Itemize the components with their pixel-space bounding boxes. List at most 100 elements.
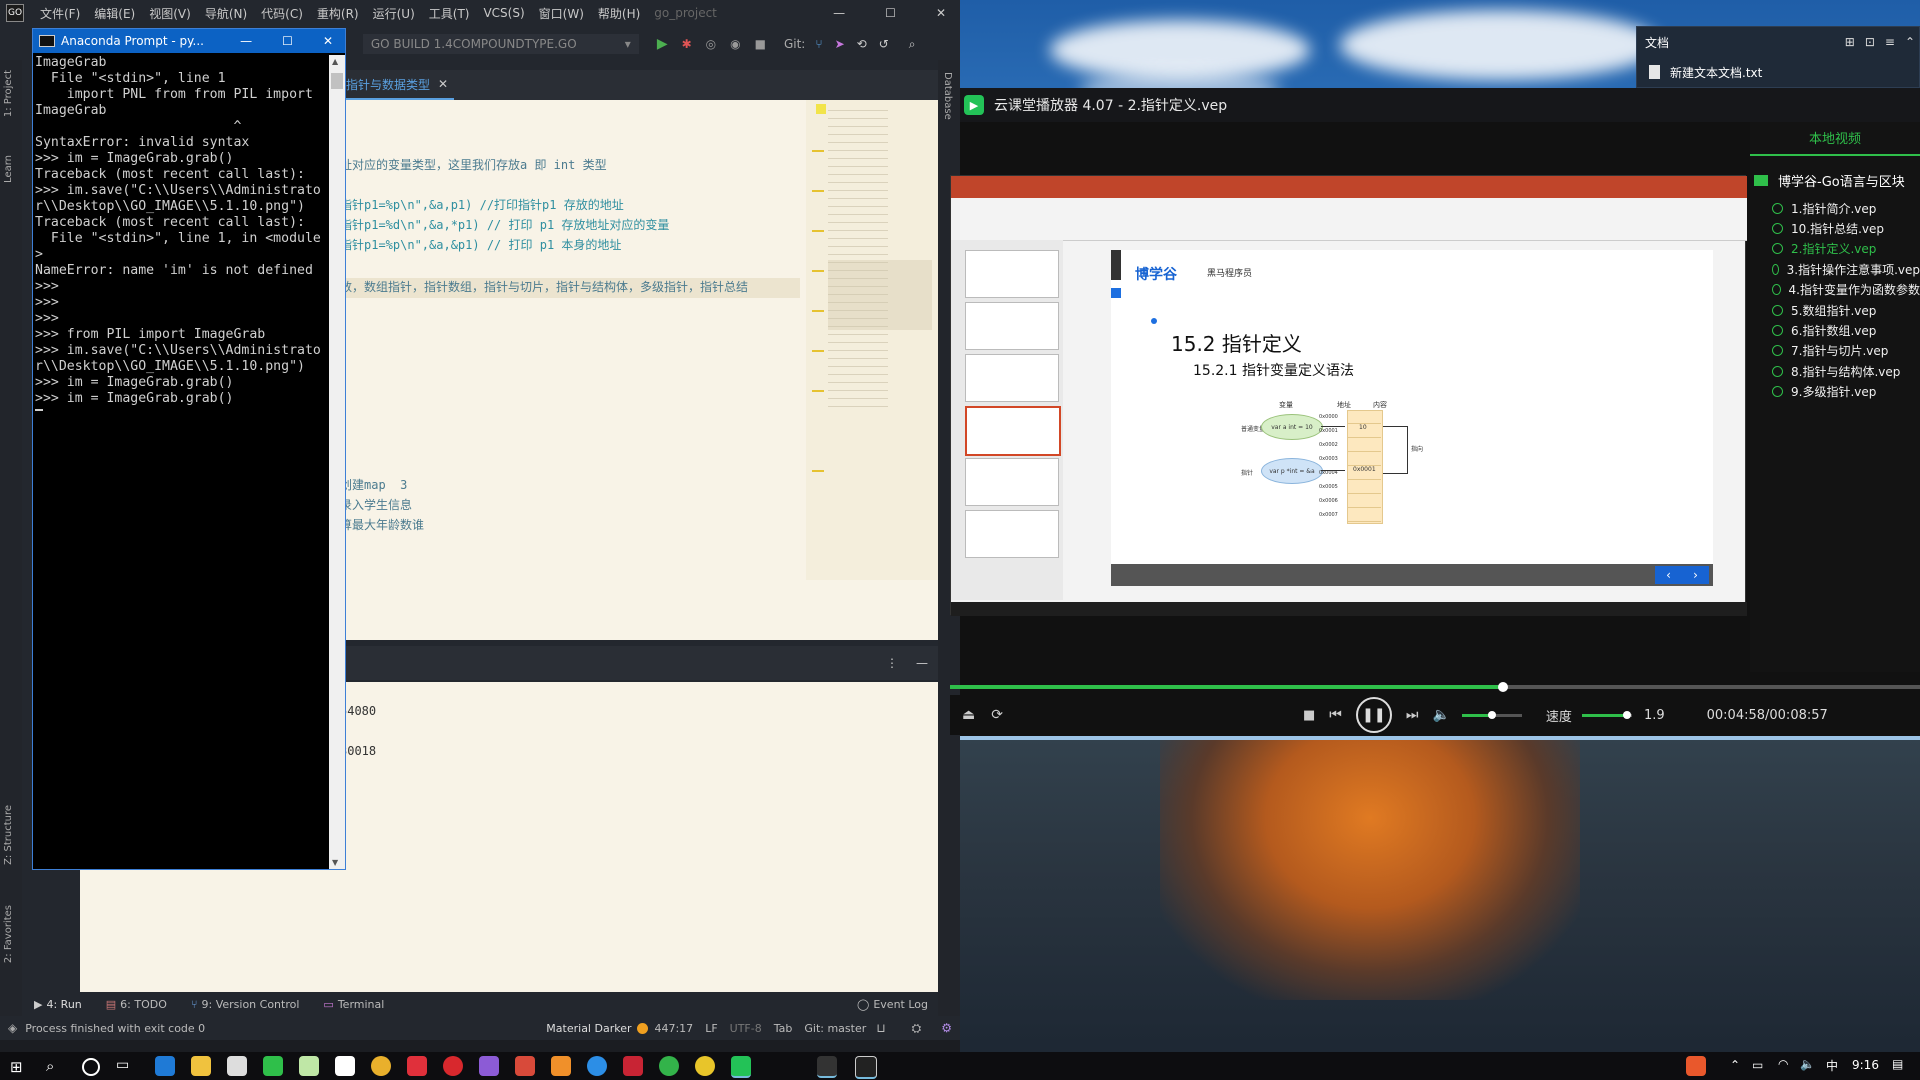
app-blue-icon[interactable] — [587, 1056, 607, 1076]
coverage-icon[interactable]: ◎ — [706, 37, 716, 51]
minimize-button[interactable]: — — [833, 6, 845, 20]
event-log-button[interactable]: ◯ Event Log — [857, 998, 928, 1011]
tab-terminal[interactable]: ▭ Terminal — [323, 998, 384, 1011]
next-icon[interactable]: ⏭ — [1406, 707, 1419, 723]
input-method-icon[interactable] — [1686, 1056, 1706, 1076]
explorer-file-item[interactable]: 新建文本文档.txt — [1649, 63, 1909, 81]
visual-studio-icon[interactable] — [479, 1056, 499, 1076]
cursor-position[interactable]: 447:17 — [654, 1022, 693, 1035]
speed-slider[interactable] — [1581, 710, 1632, 719]
yunketang-player-icon[interactable] — [731, 1056, 751, 1078]
wechat-icon[interactable] — [263, 1056, 283, 1076]
pause-button[interactable]: ❚❚ — [1355, 697, 1392, 733]
app-tool-icon[interactable] — [515, 1056, 535, 1076]
menu-tools[interactable]: 工具(T) — [429, 5, 470, 22]
app-yellow-icon[interactable] — [695, 1056, 715, 1076]
slide-nav-buttons[interactable]: ‹ › — [1655, 566, 1709, 584]
loop-icon[interactable]: ⟳ — [991, 707, 1003, 723]
menu-code[interactable]: 代码(C) — [261, 5, 303, 22]
project-tool-tab[interactable]: 1: Project — [3, 70, 14, 117]
playlist-item[interactable]: 1.指针简介.vep — [1772, 198, 1920, 218]
file-explorer-icon[interactable] — [191, 1056, 211, 1076]
tab-run[interactable]: ▶ 4: Run — [34, 998, 82, 1011]
start-button[interactable]: ⊞ — [10, 1058, 23, 1076]
app-green-icon[interactable] — [659, 1056, 679, 1076]
app-red-icon[interactable] — [407, 1056, 427, 1076]
indent-setting[interactable]: Tab — [774, 1022, 793, 1035]
tab-todo[interactable]: ▤ 6: TODO — [106, 998, 167, 1011]
theme-indicator[interactable]: Material Darker — [546, 1022, 631, 1035]
speaker-icon[interactable]: 🔈 — [1800, 1057, 1815, 1071]
volume-icon[interactable]: 🔈 — [1432, 707, 1449, 723]
playlist-item[interactable]: 6.指针数组.vep — [1772, 320, 1920, 340]
menu-file[interactable]: 文件(F) — [40, 5, 80, 22]
tab-close-icon[interactable]: ✕ — [438, 77, 448, 91]
git-branch[interactable]: Git: master — [804, 1022, 866, 1035]
conda-console-output[interactable]: ImageGrab File "<stdin>", line 1 import … — [35, 55, 329, 869]
tab-local-video[interactable]: 本地视频 — [1750, 126, 1920, 156]
file-encoding[interactable]: UTF-8 — [730, 1022, 762, 1035]
database-tool-tab[interactable]: Database — [942, 72, 953, 120]
favorites-tool-tab[interactable]: 2: Favorites — [3, 905, 14, 963]
lock-icon[interactable]: ⊡ — [1865, 35, 1875, 49]
notification-icon[interactable]: ▤ — [1892, 1057, 1903, 1071]
editor-tab[interactable]: 指针与数据类型 ✕ — [340, 70, 455, 100]
maximize-button[interactable]: ☐ — [282, 34, 293, 48]
more-options-icon[interactable]: ⋮ — [886, 656, 898, 670]
menu-view[interactable]: 视图(V) — [149, 5, 191, 22]
run-config-select[interactable]: GO BUILD 1.4COMPOUNDTYPE.GO ▾ — [362, 34, 639, 54]
learn-tool-tab[interactable]: Learn — [3, 155, 14, 183]
volume-slider[interactable] — [1461, 710, 1522, 719]
profile-icon[interactable]: ◉ — [730, 37, 740, 51]
playlist-folder[interactable]: 博学谷-Go语言与区块 — [1754, 170, 1920, 190]
notepad-icon[interactable] — [299, 1056, 319, 1076]
menu-icon[interactable]: ≡ — [1885, 35, 1895, 49]
prev-slide-icon[interactable]: ‹ — [1666, 568, 1671, 582]
structure-tool-tab[interactable]: Z: Structure — [3, 805, 14, 865]
mail-icon[interactable] — [227, 1056, 247, 1076]
view-grid-icon[interactable]: ⊞ — [1845, 35, 1855, 49]
hide-panel-icon[interactable]: — — [916, 656, 928, 670]
task-view-icon[interactable]: ▭ — [116, 1057, 129, 1073]
close-button[interactable]: ✕ — [323, 34, 333, 48]
editor-minimap[interactable] — [806, 100, 938, 580]
menu-navigate[interactable]: 导航(N) — [205, 5, 247, 22]
playlist-item[interactable]: 2.指针定义.vep — [1772, 239, 1920, 259]
menu-vcs[interactable]: VCS(S) — [483, 6, 524, 20]
menu-edit[interactable]: 编辑(E) — [94, 5, 135, 22]
minimize-button[interactable]: — — [240, 34, 252, 48]
hector-icon[interactable]: ⛭ — [912, 1021, 922, 1036]
search-icon[interactable]: ⌕ — [46, 1057, 54, 1075]
search-everywhere-icon[interactable]: ⌕ — [909, 37, 916, 52]
run-icon[interactable]: ▶ — [657, 36, 668, 52]
tab-version-control[interactable]: ⑂ 9: Version Control — [191, 998, 300, 1011]
playlist-item[interactable]: 9.多级指针.vep — [1772, 382, 1920, 402]
playlist-item[interactable]: 3.指针操作注意事项.vep — [1772, 259, 1920, 279]
video-frame-ppt[interactable]: 博学谷 黑马程序员 15.2 指针定义 15.2.1 指针变量定义语法 变量 地… — [950, 175, 1747, 616]
menu-refactor[interactable]: 重构(R) — [317, 5, 359, 22]
playlist-item[interactable]: 5.数组指针.vep — [1772, 300, 1920, 320]
app-orange-icon[interactable] — [551, 1056, 571, 1076]
maximize-button[interactable]: ☐ — [885, 6, 896, 20]
playlist-item[interactable]: 7.指针与切片.vep — [1772, 341, 1920, 361]
store-icon[interactable] — [335, 1056, 355, 1076]
playlist-item[interactable]: 10.指针总结.vep — [1772, 218, 1920, 238]
next-slide-icon[interactable]: › — [1693, 568, 1698, 582]
git-push-icon[interactable]: ➤ — [835, 37, 845, 51]
video-progress-bar[interactable] — [950, 682, 1920, 692]
tray-chevron-up-icon[interactable]: ⌃ — [1730, 1058, 1740, 1072]
battery-icon[interactable]: ▭ — [1752, 1058, 1763, 1072]
conda-scrollbar[interactable]: ▲ ▼ — [329, 55, 345, 869]
netease-icon[interactable] — [443, 1056, 463, 1076]
wifi-icon[interactable]: ◠ — [1778, 1057, 1788, 1071]
menu-window[interactable]: 窗口(W) — [539, 5, 584, 22]
chevron-up-icon[interactable]: ⌃ — [1905, 35, 1915, 49]
history-icon[interactable]: ⟲ — [857, 37, 867, 51]
clock[interactable]: 9:16 — [1852, 1058, 1879, 1072]
debug-icon[interactable]: ✱ — [682, 37, 692, 51]
close-button[interactable]: ✕ — [936, 6, 946, 20]
eject-icon[interactable]: ⏏ — [962, 707, 975, 723]
menu-help[interactable]: 帮助(H) — [598, 5, 640, 22]
chrome-icon[interactable] — [371, 1056, 391, 1076]
anaconda-prompt-icon[interactable] — [817, 1056, 837, 1078]
